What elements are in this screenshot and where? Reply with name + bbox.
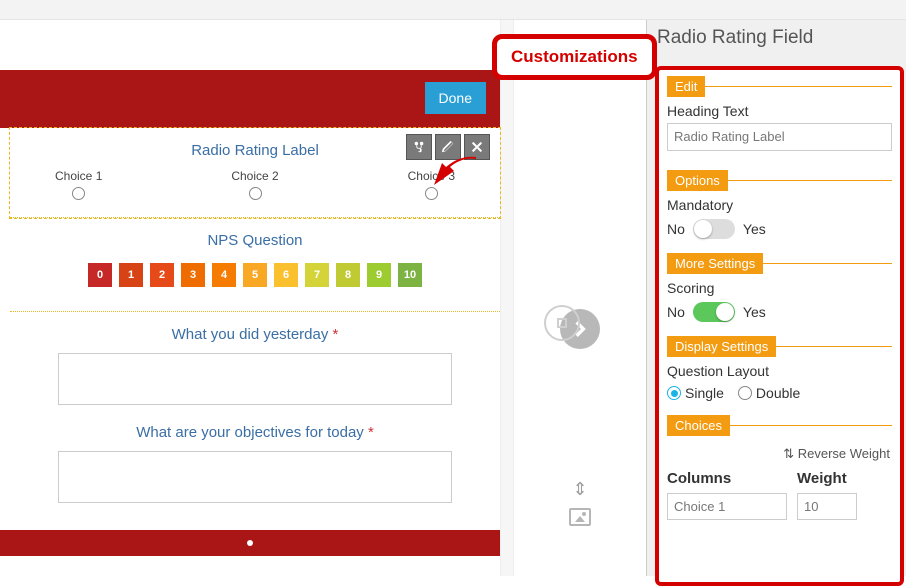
nps-question[interactable]: NPS Question 0123456789 10 <box>10 218 500 312</box>
form-header-band: Done <box>0 70 500 128</box>
choice-name-input[interactable] <box>667 493 787 520</box>
nps-cell[interactable]: 9 <box>367 263 391 287</box>
textarea-question[interactable]: What you did yesterday * What are your o… <box>10 312 500 530</box>
question-title: Radio Rating Label <box>45 136 465 169</box>
weight-header: Weight <box>797 470 867 487</box>
scrollbar[interactable] <box>500 20 514 576</box>
nps-cell[interactable]: 1 <box>119 263 143 287</box>
nps-cell[interactable]: 4 <box>212 263 236 287</box>
nps-cell[interactable]: 8 <box>336 263 360 287</box>
nps-cell[interactable]: 3 <box>181 263 205 287</box>
toggle-yes-label: Yes <box>743 221 766 237</box>
question-title: NPS Question <box>45 226 465 259</box>
choice-option[interactable]: Choice 2 <box>231 169 278 203</box>
nps-cell[interactable]: 2 <box>150 263 174 287</box>
layout-double-radio[interactable]: Double <box>738 385 800 401</box>
branch-icon[interactable] <box>406 134 432 160</box>
nps-cell[interactable]: 6 <box>274 263 298 287</box>
device-frame-gap: ⇕ <box>514 20 646 576</box>
scoring-toggle[interactable] <box>693 302 735 322</box>
heading-text-input[interactable]: Radio Rating Label <box>667 123 892 151</box>
form-footer-band <box>0 530 500 556</box>
customizations-callout: Customizations <box>492 34 657 80</box>
scoring-label: Scoring <box>667 280 892 296</box>
properties-panel: Radio Rating Field Edit Heading Text Rad… <box>646 20 906 576</box>
question-layout-label: Question Layout <box>667 363 892 379</box>
legend-more-settings: More Settings <box>667 253 763 274</box>
question-title: What are your objectives for today * <box>45 418 465 451</box>
layout-single-radio[interactable]: Single <box>667 385 724 401</box>
nps-cell[interactable]: 5 <box>243 263 267 287</box>
legend-display-settings: Display Settings <box>667 336 776 357</box>
mandatory-toggle[interactable] <box>693 219 735 239</box>
legend-choices: Choices <box>667 415 730 436</box>
toggle-yes-label: Yes <box>743 304 766 320</box>
pointer-arrow-icon <box>432 155 477 198</box>
columns-header: Columns <box>667 470 787 487</box>
reverse-weight-button[interactable]: ⇅ Reverse Weight <box>667 442 892 470</box>
image-icon[interactable] <box>569 508 591 526</box>
yesterday-input[interactable] <box>58 353 453 405</box>
top-toolbar <box>0 0 906 20</box>
nps-cell[interactable]: 10 <box>398 263 422 287</box>
done-button[interactable]: Done <box>425 82 486 114</box>
today-input[interactable] <box>58 451 453 503</box>
heading-text-label: Heading Text <box>667 103 892 119</box>
choice-option[interactable]: Choice 1 <box>55 169 102 203</box>
radio-rating-question[interactable]: Radio Rating Label Choice 1 Choice 2 Cho… <box>10 128 500 218</box>
panel-title: Radio Rating Field <box>647 20 906 59</box>
legend-edit: Edit <box>667 76 705 97</box>
customizations-highlight: Edit Heading Text Radio Rating Label Opt… <box>655 66 904 586</box>
toggle-no-label: No <box>667 304 685 320</box>
nps-cell[interactable]: 0 <box>88 263 112 287</box>
stop-icon[interactable] <box>544 305 580 341</box>
choice-weight-input[interactable] <box>797 493 857 520</box>
reorder-icon[interactable]: ⇕ <box>572 479 587 500</box>
question-title: What you did yesterday * <box>45 320 465 353</box>
nps-cell[interactable]: 7 <box>305 263 329 287</box>
legend-options: Options <box>667 170 728 191</box>
form-preview-pane: Done Radio Rating Label Choice 1 Choice … <box>0 20 500 576</box>
mandatory-label: Mandatory <box>667 197 892 213</box>
toggle-no-label: No <box>667 221 685 237</box>
